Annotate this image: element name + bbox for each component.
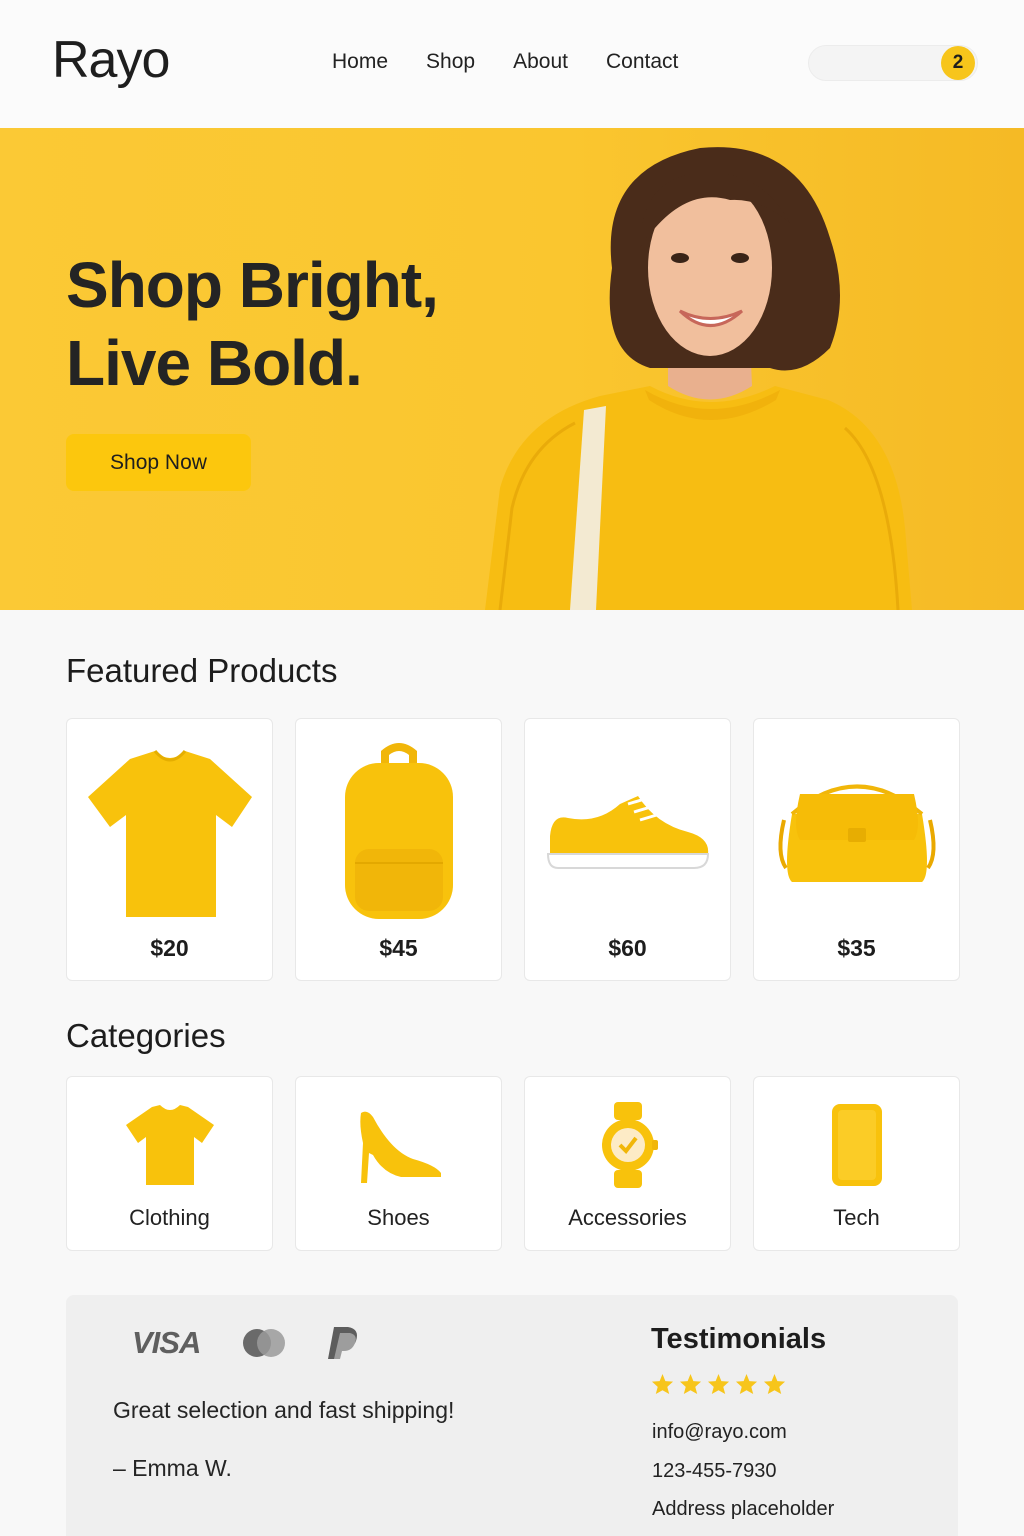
product-card[interactable]: $35 bbox=[753, 718, 960, 981]
hero-heading-line2: Live Bold. bbox=[66, 327, 363, 399]
category-label: Tech bbox=[833, 1205, 880, 1230]
category-card-shoes[interactable]: Shoes bbox=[295, 1076, 502, 1251]
tshirt-icon bbox=[67, 729, 272, 929]
contact-address: Address placeholder bbox=[652, 1498, 835, 1520]
category-label: Accessories bbox=[568, 1205, 687, 1230]
nav-about[interactable]: About bbox=[513, 50, 568, 74]
star-icon bbox=[679, 1373, 702, 1395]
logo[interactable]: Rayo bbox=[52, 30, 170, 90]
hero-heading: Shop Bright, Live Bold. bbox=[66, 246, 439, 402]
category-card-tech[interactable]: Tech bbox=[753, 1076, 960, 1251]
handbag-icon bbox=[754, 729, 959, 929]
shop-now-button[interactable]: Shop Now bbox=[66, 434, 251, 491]
featured-products-grid: $20 $45 $60 $35 bbox=[66, 718, 960, 981]
product-price: $20 bbox=[150, 935, 189, 961]
watch-icon bbox=[525, 1099, 730, 1191]
phone-icon bbox=[754, 1099, 959, 1191]
testimonial-quote: Great selection and fast shipping! bbox=[113, 1397, 455, 1423]
testimonials-heading: Testimonials bbox=[651, 1323, 827, 1355]
star-icon bbox=[763, 1373, 786, 1395]
category-card-accessories[interactable]: Accessories bbox=[524, 1076, 731, 1251]
categories-grid: Clothing Shoes Accessories Tech bbox=[66, 1076, 960, 1251]
product-price: $45 bbox=[379, 935, 418, 961]
category-label: Shoes bbox=[367, 1205, 430, 1230]
visa-logo: VISA bbox=[132, 1325, 201, 1360]
backpack-icon bbox=[296, 729, 501, 929]
star-icon bbox=[707, 1373, 730, 1395]
site-header: Rayo Home Shop About Contact 2 bbox=[0, 0, 1024, 128]
nav-shop[interactable]: Shop bbox=[426, 50, 475, 74]
category-label: Clothing bbox=[129, 1205, 210, 1230]
categories-heading: Categories bbox=[66, 1017, 226, 1054]
product-price: $60 bbox=[608, 935, 647, 961]
cart-button[interactable]: 2 bbox=[808, 45, 978, 81]
category-card-clothing[interactable]: Clothing bbox=[66, 1076, 273, 1251]
nav-home[interactable]: Home bbox=[332, 50, 388, 74]
tshirt-icon bbox=[67, 1099, 272, 1191]
hero-banner: Shop Bright, Live Bold. Shop Now bbox=[0, 128, 1024, 610]
payment-methods: VISA bbox=[132, 1325, 360, 1361]
product-price: $35 bbox=[837, 935, 876, 961]
sneaker-icon bbox=[525, 729, 730, 929]
main-nav: Home Shop About Contact bbox=[332, 50, 678, 74]
testimonial-author: – Emma W. bbox=[113, 1455, 232, 1481]
featured-products-heading: Featured Products bbox=[66, 652, 338, 689]
rating-stars bbox=[651, 1373, 786, 1395]
product-card[interactable]: $45 bbox=[295, 718, 502, 981]
footer-panel: VISA Great selection and fast shipping! … bbox=[66, 1295, 958, 1536]
contact-phone[interactable]: 123-455-7930 bbox=[652, 1460, 777, 1483]
high-heel-icon bbox=[296, 1099, 501, 1191]
cart-count-badge[interactable]: 2 bbox=[941, 46, 975, 80]
nav-contact[interactable]: Contact bbox=[606, 50, 678, 74]
product-card[interactable]: $60 bbox=[524, 718, 731, 981]
product-card[interactable]: $20 bbox=[66, 718, 273, 981]
star-icon bbox=[651, 1373, 674, 1395]
paypal-icon bbox=[328, 1327, 358, 1359]
hero-heading-line1: Shop Bright, bbox=[66, 249, 439, 321]
contact-email[interactable]: info@rayo.com bbox=[652, 1421, 787, 1444]
star-icon bbox=[735, 1373, 758, 1395]
mastercard-icon bbox=[243, 1329, 286, 1357]
